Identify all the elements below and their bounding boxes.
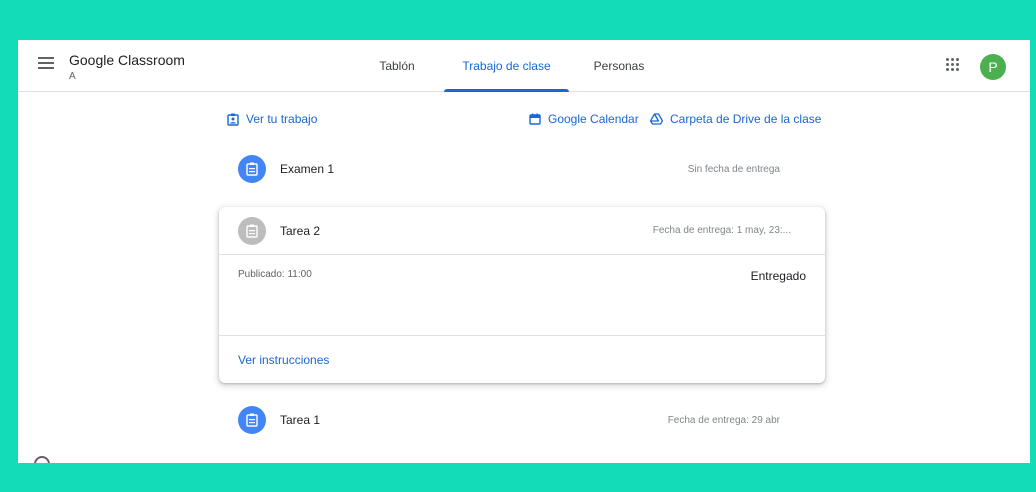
drive-icon: [650, 113, 663, 125]
drive-folder-label: Carpeta de Drive de la clase: [670, 112, 822, 126]
classroom-window: Google Classroom A Tablón Trabajo de cla…: [18, 40, 1030, 463]
assignment-title: Examen 1: [280, 162, 335, 176]
class-brand[interactable]: Google Classroom A: [69, 52, 185, 82]
assignment-card-expanded: Tarea 2 Fecha de entrega: 1 may, 23:... …: [219, 207, 825, 383]
calendar-icon: [529, 113, 541, 125]
assignment-due-date: Fecha de entrega: 29 abr: [667, 414, 780, 426]
assignment-row-tarea-2[interactable]: Tarea 2 Fecha de entrega: 1 may, 23:...: [219, 207, 825, 255]
app-title: Google Classroom: [69, 52, 185, 68]
help-icon[interactable]: [34, 456, 50, 463]
google-apps-icon[interactable]: [946, 58, 960, 72]
class-section: A: [69, 71, 76, 82]
view-your-work-label: Ver tu trabajo: [246, 112, 318, 126]
tab-classwork[interactable]: Trabajo de clase: [444, 40, 569, 92]
assignment-row-tarea-1[interactable]: Tarea 1 Fecha de entrega: 29 abr: [238, 400, 806, 440]
assignment-title: Tarea 2: [280, 223, 321, 238]
assignment-icon: [238, 216, 266, 245]
tab-people[interactable]: Personas: [587, 40, 651, 92]
assignment-row-examen-1[interactable]: Examen 1 Sin fecha de entrega: [238, 149, 806, 189]
assignment-due-date: Fecha de entrega: 1 may, 23:...: [652, 225, 791, 236]
card-footer: Ver instrucciones: [219, 335, 825, 383]
view-your-work-link[interactable]: Ver tu trabajo: [227, 112, 317, 126]
tab-stream[interactable]: Tablón: [368, 40, 426, 92]
assignment-due-date: Sin fecha de entrega: [687, 163, 780, 175]
top-app-bar: Google Classroom A Tablón Trabajo de cla…: [18, 40, 1030, 92]
drive-folder-link[interactable]: Carpeta de Drive de la clase: [650, 112, 821, 126]
assignment-icon: [238, 155, 266, 183]
submission-status: Entregado: [750, 269, 806, 283]
account-avatar[interactable]: P: [980, 54, 1006, 80]
google-calendar-label: Google Calendar: [548, 112, 639, 126]
hamburger-menu-icon[interactable]: [38, 57, 54, 71]
assignment-icon: [238, 406, 266, 434]
assignment-ind-icon: [227, 113, 239, 126]
assignment-title: Tarea 1: [280, 413, 321, 427]
view-instructions-link[interactable]: Ver instrucciones: [238, 353, 329, 367]
published-time: Publicado: 11:00: [238, 269, 312, 280]
google-calendar-link[interactable]: Google Calendar: [529, 112, 639, 126]
